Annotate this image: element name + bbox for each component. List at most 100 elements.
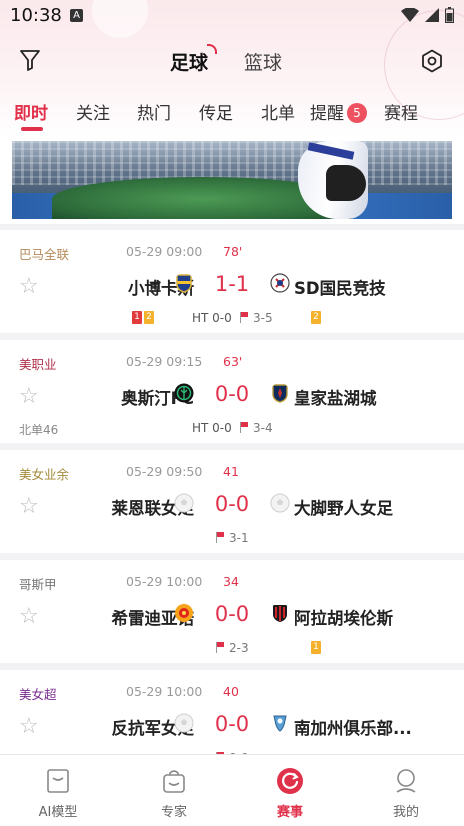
battery-icon — [445, 7, 454, 23]
match-minute: 63' — [223, 354, 243, 369]
match-minute: 34 — [223, 574, 239, 589]
away-team: 阿拉胡埃伦斯 — [294, 609, 393, 628]
filter-button[interactable] — [14, 44, 46, 76]
league-name: 美女业余 — [19, 467, 70, 482]
nav-ai-model[interactable]: AI模型 — [0, 755, 116, 826]
sub-tab-bar: 即时 关注 热门 传足 北单 提醒 5 赛程 — [0, 99, 464, 131]
settings-button[interactable] — [416, 45, 448, 77]
tab-basketball[interactable]: 篮球 — [244, 48, 282, 75]
corner-count-value: 3-4 — [253, 421, 273, 435]
half-time-score: HT 0-0 — [192, 421, 232, 435]
corner-count: 3-1 — [216, 531, 249, 545]
nav-events-label: 赛事 — [276, 805, 303, 820]
match-card[interactable]: 美职业 05-29 09:15 63' ☆ 奥斯汀FC 0-0 皇家盐湖城 北单… — [0, 340, 464, 443]
home-team-logo-icon — [174, 493, 194, 513]
home-team-logo-icon — [174, 383, 194, 403]
away-team-logo-icon — [270, 493, 290, 513]
home-team-logo-icon — [175, 604, 193, 622]
match-card[interactable]: 美女超 05-29 10:00 40 ☆ 反抗军女足 0-0 南加州俱乐部...… — [0, 670, 464, 754]
sub-tab-follow[interactable]: 关注 — [76, 99, 110, 124]
half-time-score: HT 0-0 — [192, 311, 232, 325]
sub-tab-reminder-label: 提醒 — [310, 104, 344, 124]
away-yellow-card: 2 — [311, 311, 321, 324]
expert-bag-icon — [163, 770, 185, 793]
league-name: 哥斯甲 — [19, 577, 57, 592]
league-name: 美职业 — [19, 357, 57, 372]
favorite-star-icon[interactable]: ☆ — [19, 274, 39, 299]
match-minute: 40 — [223, 684, 239, 699]
nav-expert-label: 专家 — [160, 805, 187, 820]
match-card[interactable]: 美女业余 05-29 09:50 41 ☆ 莱恩联女足 0-0 大脚野人女足 3… — [0, 450, 464, 553]
signal-icon — [425, 8, 439, 22]
corner-count-value: 3-5 — [253, 311, 273, 325]
sub-tab-reminder[interactable]: 提醒 5 — [310, 99, 367, 124]
match-minute: 78' — [223, 244, 243, 259]
match-score: 0-0 — [214, 492, 250, 516]
away-team-logo-icon — [270, 273, 290, 293]
promo-banner[interactable] — [12, 141, 452, 219]
sub-tab-beidan[interactable]: 北单 — [261, 99, 295, 124]
match-score: 0-0 — [214, 382, 250, 406]
profile-icon — [396, 769, 416, 793]
corner-flag-icon — [240, 422, 249, 433]
home-team-logo-icon — [174, 713, 194, 733]
corner-count: 2-3 — [216, 641, 249, 655]
sub-tab-hot[interactable]: 热门 — [137, 99, 171, 124]
wifi-icon — [401, 8, 419, 22]
corner-count: 3-4 — [240, 421, 273, 435]
away-yellow-card: 1 — [311, 641, 321, 654]
away-team-logo-icon — [273, 605, 287, 622]
match-time: 05-29 09:15 — [126, 354, 203, 369]
corner-count-value: 2-3 — [229, 641, 249, 655]
top-header: 10:38 A 足球 篮球 即时 关注 热门 传足 北单 提醒 5 赛程 — [0, 0, 464, 137]
reminder-count-badge: 5 — [347, 103, 367, 123]
corner-count: 3-5 — [240, 311, 273, 325]
nav-profile[interactable]: 我的 — [348, 755, 464, 826]
match-card[interactable]: 哥斯甲 05-29 10:00 34 ☆ 希雷迪亚诺 0-0 阿拉胡埃伦斯 2-… — [0, 560, 464, 663]
status-icons — [401, 7, 454, 23]
bottom-nav: AI模型 专家 赛事 我的 — [0, 754, 464, 826]
match-card[interactable]: 巴马全联 05-29 09:00 78' ☆ 小博卡斯 1-1 SD国民竞技 1… — [0, 230, 464, 333]
match-time: 05-29 10:00 — [126, 574, 203, 589]
away-team-logo-icon — [273, 715, 287, 732]
favorite-star-icon[interactable]: ☆ — [19, 604, 39, 629]
ai-model-icon — [47, 769, 69, 793]
corner-flag-icon — [216, 642, 225, 653]
match-time: 05-29 09:00 — [126, 244, 203, 259]
loading-arc-icon — [207, 44, 217, 54]
nav-profile-label: 我的 — [392, 805, 419, 820]
match-score: 1-1 — [214, 272, 250, 296]
favorite-star-icon[interactable]: ☆ — [19, 494, 39, 519]
match-score: 0-0 — [214, 712, 250, 736]
home-team-logo-icon — [176, 274, 192, 293]
sub-tab-chuanzu[interactable]: 传足 — [199, 99, 233, 124]
away-team: SD国民竞技 — [294, 279, 386, 298]
nav-events[interactable]: 赛事 — [232, 755, 348, 826]
nav-expert[interactable]: 专家 — [116, 755, 232, 826]
corner-count-value: 3-1 — [229, 531, 249, 545]
match-minute: 41 — [223, 464, 239, 479]
favorite-star-icon[interactable]: ☆ — [19, 714, 39, 739]
nav-ai-model-label: AI模型 — [38, 805, 78, 820]
settings-hexagon-icon — [422, 49, 442, 73]
corner-flag-icon — [240, 312, 249, 323]
match-score: 0-0 — [214, 602, 250, 626]
match-time: 05-29 09:50 — [126, 464, 203, 479]
sub-tab-schedule[interactable]: 赛程 — [384, 99, 418, 124]
notification-a-icon: A — [70, 9, 83, 22]
status-bar: 10:38 A — [0, 0, 464, 32]
corner-flag-icon — [216, 532, 225, 543]
match-time: 05-29 10:00 — [126, 684, 203, 699]
tab-football[interactable]: 足球 — [170, 48, 208, 75]
away-team: 大脚野人女足 — [294, 499, 393, 518]
active-tab-indicator — [21, 127, 43, 131]
filter-icon — [20, 50, 40, 71]
away-team: 南加州俱乐部... — [294, 719, 412, 738]
status-time: 10:38 — [10, 5, 62, 26]
league-name: 巴马全联 — [19, 247, 70, 262]
league-name: 美女超 — [19, 687, 57, 702]
favorite-star-icon[interactable]: ☆ — [19, 384, 39, 409]
events-icon — [277, 768, 303, 794]
away-team: 皇家盐湖城 — [294, 389, 377, 408]
sub-tab-live[interactable]: 即时 — [14, 99, 48, 124]
